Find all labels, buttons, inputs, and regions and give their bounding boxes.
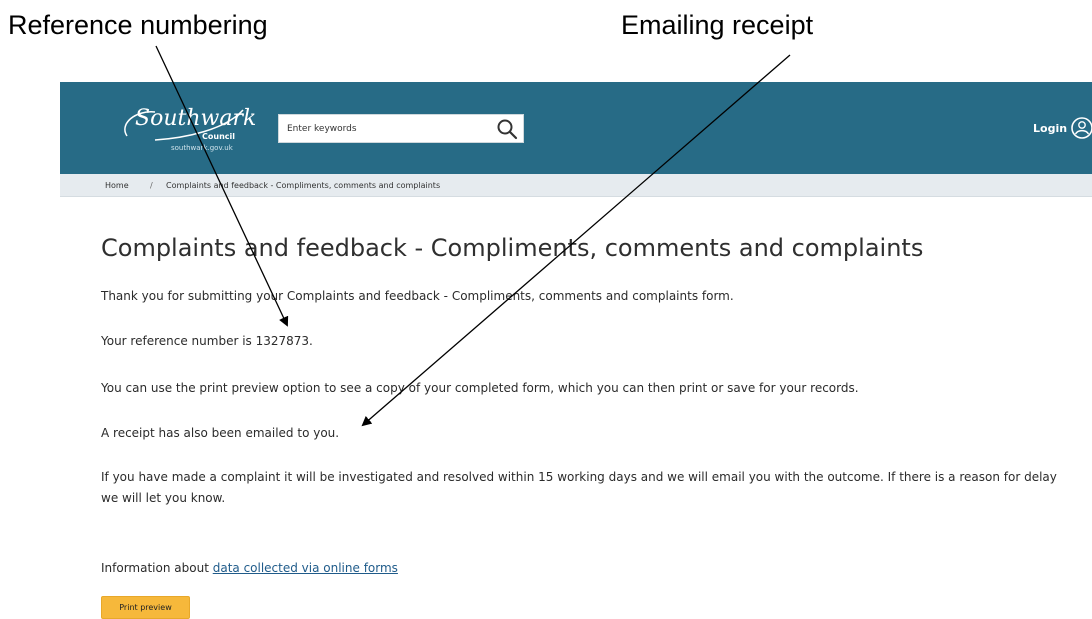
annotation-arrows [155, 45, 791, 427]
annotation-arrow-reference [155, 45, 289, 327]
annotation-arrow-email [361, 54, 791, 427]
